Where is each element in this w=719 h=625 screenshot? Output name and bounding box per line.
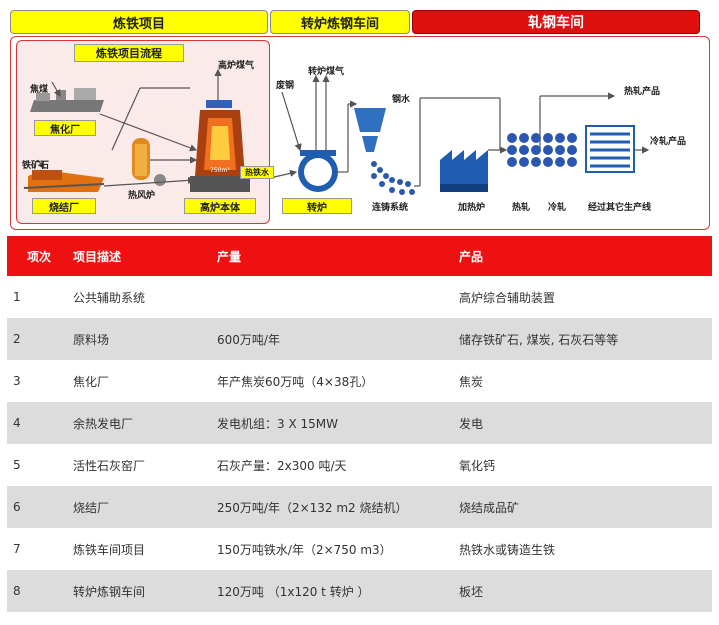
ironmaking-flow-title: 炼铁项目流程 <box>74 44 184 62</box>
cell-product: 氧化钙 <box>459 444 712 486</box>
label-other-production-lines: 经过其它生产线 <box>588 203 652 213</box>
cell-output: 250万吨/年（2×132 m2 烧结机） <box>217 486 459 528</box>
label-molten-steel: 钢水 <box>392 95 411 105</box>
cell-description: 公共辅助系统 <box>73 276 217 318</box>
header-product: 产品 <box>459 236 712 276</box>
header-index: 项次 <box>7 236 73 276</box>
ladle-icon <box>354 108 386 152</box>
label-blast-furnace-gas: 高炉煤气 <box>218 61 255 71</box>
table-row: 8 转炉炼钢车间 120万吨 （1x120 t 转炉 ） 板坯 <box>7 570 712 612</box>
cell-description: 炼铁车间项目 <box>73 528 217 570</box>
reheating-furnace-icon <box>440 150 488 192</box>
cell-index: 8 <box>7 570 73 612</box>
table-header-row: 项次 项目描述 产量 产品 <box>7 236 712 276</box>
label-reheating-furnace: 加热炉 <box>458 203 486 213</box>
flow-arrows <box>37 68 650 187</box>
project-table: 项次 项目描述 产量 产品 1 公共辅助系统 高炉综合辅助装置 2 原料场 60… <box>7 236 712 612</box>
cell-index: 7 <box>7 528 73 570</box>
label-cold-rolling: 冷轧 <box>548 203 567 213</box>
label-iron-ore: 铁矿石 <box>22 161 50 171</box>
table-row: 2 原料场 600万吨/年 储存铁矿石, 煤炭, 石灰石等等 <box>7 318 712 360</box>
cell-index: 2 <box>7 318 73 360</box>
label-hot-rolling: 热轧 <box>512 203 531 213</box>
table-row: 4 余热发电厂 发电机组：3 X 15MW 发电 <box>7 402 712 444</box>
cold-rolling-icon <box>543 133 577 167</box>
cell-output: 150万吨铁水/年（2×750 m3） <box>217 528 459 570</box>
cell-output: 600万吨/年 <box>217 318 459 360</box>
cell-product: 板坯 <box>459 570 712 612</box>
cell-index: 6 <box>7 486 73 528</box>
cell-output: 年产焦炭60万吨（4×38孔） <box>217 360 459 402</box>
table-row: 3 焦化厂 年产焦炭60万吨（4×38孔） 焦炭 <box>7 360 712 402</box>
cell-description: 原料场 <box>73 318 217 360</box>
cell-index: 4 <box>7 402 73 444</box>
cell-output <box>217 276 459 318</box>
label-hot-rolled-product: 热轧产品 <box>624 87 661 97</box>
label-hot-blast-stove: 热风炉 <box>128 191 156 201</box>
label-hot-metal: 热铁水 <box>240 166 274 179</box>
table-row: 5 活性石灰窑厂 石灰产量：2x300 吨/天 氧化钙 <box>7 444 712 486</box>
cell-index: 1 <box>7 276 73 318</box>
cell-product: 发电 <box>459 402 712 444</box>
cell-description: 活性石灰窑厂 <box>73 444 217 486</box>
table-row: 7 炼铁车间项目 150万吨铁水/年（2×750 m3） 热铁水或铸造生铁 <box>7 528 712 570</box>
cell-index: 3 <box>7 360 73 402</box>
label-scrap-steel: 废钢 <box>276 81 295 91</box>
cell-product: 焦炭 <box>459 360 712 402</box>
table-row: 1 公共辅助系统 高炉综合辅助装置 <box>7 276 712 318</box>
cell-description: 余热发电厂 <box>73 402 217 444</box>
label-blast-furnace-body: 高炉本体 <box>184 198 256 214</box>
cell-output: 120万吨 （1x120 t 转炉 ） <box>217 570 459 612</box>
sinter-plant-icon <box>23 170 105 192</box>
continuous-casting-icon <box>371 161 415 195</box>
label-converter: 转炉 <box>282 198 352 214</box>
cell-product: 储存铁矿石, 煤炭, 石灰石等等 <box>459 318 712 360</box>
cell-index: 5 <box>7 444 73 486</box>
other-production-line-icon <box>585 125 635 173</box>
label-coking-coal: 焦煤 <box>30 85 49 95</box>
cell-product: 热铁水或铸造生铁 <box>459 528 712 570</box>
cell-description: 焦化厂 <box>73 360 217 402</box>
label-coking-plant: 焦化厂 <box>34 120 96 136</box>
hot-rolling-icon <box>507 133 541 167</box>
label-sinter-plant: 烧结厂 <box>32 198 96 214</box>
table-row: 6 烧结厂 250万吨/年（2×132 m2 烧结机） 烧结成品矿 <box>7 486 712 528</box>
hot-blast-stove-icon <box>132 138 166 186</box>
label-continuous-casting: 连铸系统 <box>372 203 409 213</box>
header-output: 产量 <box>217 236 459 276</box>
cell-description: 烧结厂 <box>73 486 217 528</box>
cell-product: 高炉综合辅助装置 <box>459 276 712 318</box>
svg-text:750m³: 750m³ <box>210 167 230 174</box>
cell-output: 发电机组：3 X 15MW <box>217 402 459 444</box>
cell-product: 烧结成品矿 <box>459 486 712 528</box>
header-description: 项目描述 <box>73 236 217 276</box>
label-cold-rolled-product: 冷轧产品 <box>650 137 687 147</box>
cell-description: 转炉炼钢车间 <box>73 570 217 612</box>
label-converter-gas: 转炉煤气 <box>308 67 345 77</box>
converter-icon <box>298 150 338 192</box>
cell-output: 石灰产量：2x300 吨/天 <box>217 444 459 486</box>
